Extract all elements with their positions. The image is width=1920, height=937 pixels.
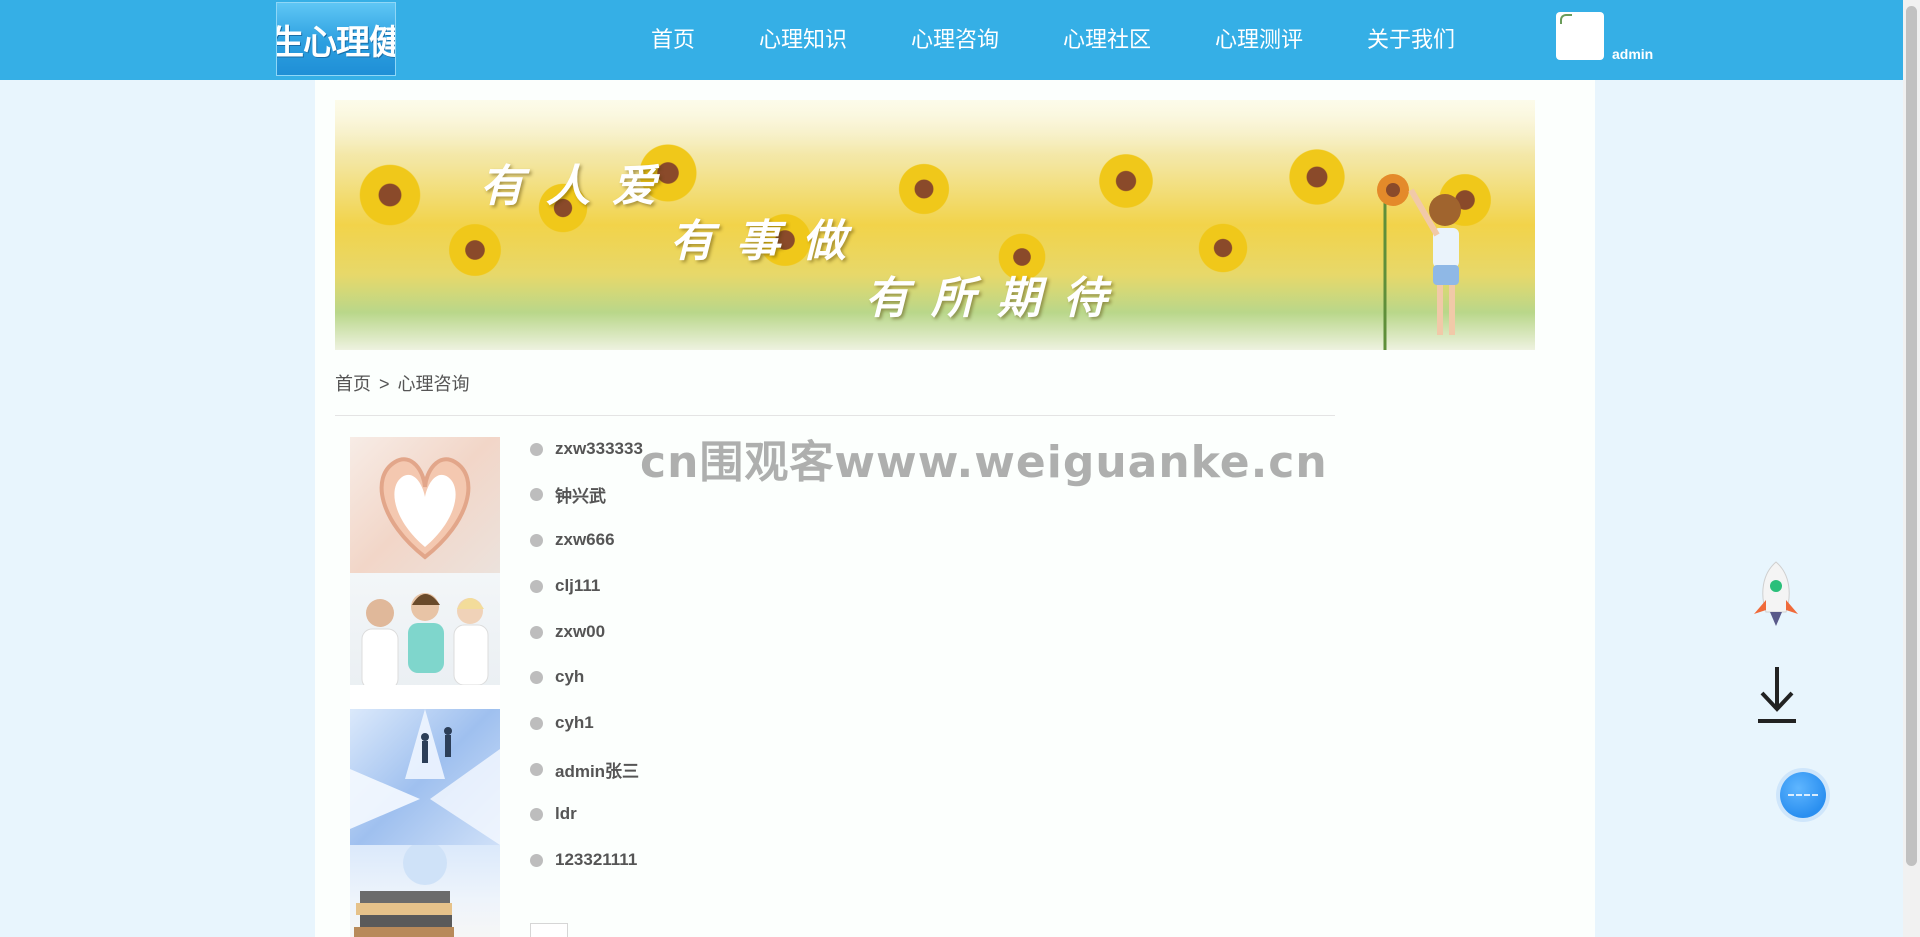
nav-home[interactable]: 首页 — [651, 22, 695, 54]
bullet-icon — [530, 487, 543, 501]
list-item[interactable]: zxw666 — [530, 527, 615, 553]
download-icon[interactable] — [1756, 665, 1798, 725]
banner-slogan-1: 有人爱 — [480, 161, 678, 212]
bullet-icon — [530, 625, 543, 639]
nav-about[interactable]: 关于我们 — [1367, 22, 1455, 54]
scrollbar-thumb[interactable] — [1906, 6, 1917, 866]
list-item[interactable]: cyh — [530, 664, 584, 690]
list-item[interactable]: zxw00 — [530, 619, 605, 645]
floating-assistant-button[interactable] — [1780, 772, 1826, 818]
breadcrumb-home[interactable]: 首页 — [335, 374, 371, 394]
bullet-icon — [530, 807, 543, 821]
bullet-icon — [530, 716, 543, 730]
nav-knowledge[interactable]: 心理知识 — [759, 22, 847, 54]
rocket-icon[interactable] — [1748, 560, 1804, 630]
bullet-icon — [530, 853, 543, 867]
dash-icon — [1788, 794, 1818, 796]
list-item[interactable]: admin张三 — [530, 756, 639, 782]
section-divider — [335, 415, 1335, 416]
sunflower-decoration — [355, 160, 425, 230]
pagination-control[interactable] — [530, 923, 568, 937]
bullet-icon — [530, 442, 543, 456]
user-avatar[interactable] — [1556, 12, 1604, 60]
business-arrows-image — [350, 709, 500, 845]
sunflower-decoration — [1195, 220, 1251, 276]
breadcrumb: 首页 > 心理咨询 — [335, 370, 478, 396]
consultation-people-image — [350, 573, 500, 709]
child-illustration — [1377, 174, 1461, 350]
user-name[interactable]: admin — [1612, 46, 1653, 62]
list-item[interactable]: ldr — [530, 801, 577, 827]
list-item[interactable]: clj111 — [530, 573, 600, 599]
nav-consult[interactable]: 心理咨询 — [911, 22, 999, 54]
bullet-icon — [530, 533, 543, 547]
sunflower-decoration — [1285, 145, 1349, 209]
list-item[interactable]: zxw333333 — [530, 436, 643, 462]
sunflower-decoration — [445, 220, 505, 280]
nav-community[interactable]: 心理社区 — [1063, 22, 1151, 54]
breadcrumb-separator: > — [379, 374, 390, 394]
avatar-image-icon — [1560, 14, 1572, 24]
top-header: 学生心理健康 首页 心理知识 心理咨询 心理社区 心理测评 关于我们 admin — [0, 0, 1920, 80]
banner-slogan-3: 有所期待 — [865, 273, 1129, 324]
list-item[interactable]: 钟兴武 — [530, 481, 606, 507]
site-logo[interactable]: 学生心理健康 — [276, 2, 396, 76]
bullet-icon — [530, 762, 543, 776]
nav-assessment[interactable]: 心理测评 — [1215, 22, 1303, 54]
sunflower-decoration — [895, 160, 953, 218]
heart-hands-image — [350, 437, 500, 573]
breadcrumb-current: 心理咨询 — [397, 374, 470, 394]
books-globe-image — [350, 845, 500, 937]
sunflower-decoration — [1095, 150, 1157, 212]
bullet-icon — [530, 670, 543, 684]
list-item[interactable]: cyh1 — [530, 710, 594, 736]
list-item[interactable]: 123321111 — [530, 847, 637, 873]
bullet-icon — [530, 579, 543, 593]
hero-banner: 有人爱 有事做 有所期待 — [335, 100, 1535, 350]
watermark-text: cn围观客www.weiguanke.cn — [640, 437, 1328, 488]
banner-slogan-2: 有事做 — [670, 216, 868, 267]
